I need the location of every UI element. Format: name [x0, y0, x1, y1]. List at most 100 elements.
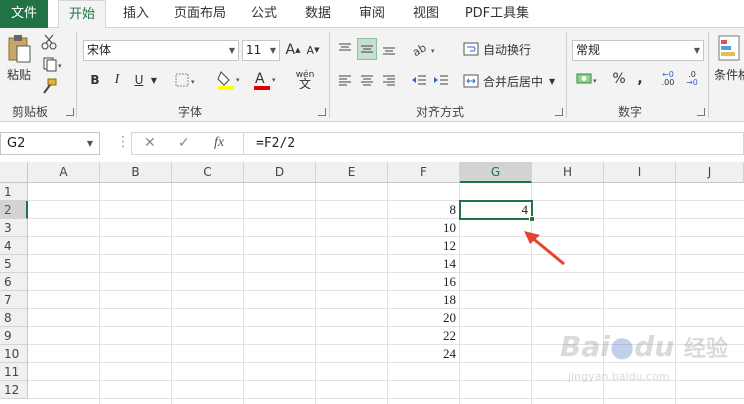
increase-decimal-button[interactable]: ←0 .00: [658, 68, 678, 90]
align-top-icon[interactable]: [336, 38, 354, 60]
svg-text:▾: ▾: [272, 76, 276, 84]
font-size-select[interactable]: 11 ▼: [242, 40, 280, 61]
tab-data[interactable]: 数据: [294, 0, 342, 28]
comma-button[interactable]: ,: [632, 68, 648, 90]
paste-label[interactable]: 粘贴: [4, 66, 34, 82]
format-painter-icon[interactable]: [38, 76, 60, 96]
gridline: [28, 218, 744, 219]
currency-icon[interactable]: ▾: [574, 68, 606, 90]
formula-input[interactable]: =F2/2: [244, 132, 744, 155]
tab-file[interactable]: 文件: [0, 0, 48, 28]
column-header-J[interactable]: J: [676, 162, 744, 183]
alignment-launcher-icon[interactable]: [555, 108, 563, 116]
merge-center-label: 合并后居中: [483, 74, 544, 89]
tab-view[interactable]: 视图: [402, 0, 450, 28]
number-launcher-icon[interactable]: [697, 108, 705, 116]
row-header-12[interactable]: 12: [0, 381, 28, 399]
gridline: [28, 200, 744, 201]
align-right-icon[interactable]: [380, 70, 398, 90]
watermark-url: jingyan.baidu.com: [568, 370, 670, 383]
cell-F4[interactable]: 12: [388, 237, 460, 255]
more-options-icon[interactable]: ⋮: [116, 134, 130, 150]
row-header-7[interactable]: 7: [0, 291, 28, 309]
cell-F7[interactable]: 18: [388, 291, 460, 309]
align-center-icon[interactable]: [358, 70, 376, 90]
cell-F3[interactable]: 10: [388, 219, 460, 237]
clipboard-group-label: 剪贴板: [11, 105, 48, 119]
insert-function-icon[interactable]: fx: [214, 135, 224, 151]
cell-F10[interactable]: 24: [388, 345, 460, 363]
row-header-3[interactable]: 3: [0, 219, 28, 237]
cell-F9[interactable]: 22: [388, 327, 460, 345]
increase-indent-icon[interactable]: [432, 70, 450, 90]
column-header-E[interactable]: E: [316, 162, 388, 183]
column-header-G[interactable]: G: [460, 162, 532, 183]
row-header-9[interactable]: 9: [0, 327, 28, 345]
merge-center-button[interactable]: 合并后居中 ▼: [463, 70, 563, 92]
column-header-D[interactable]: D: [244, 162, 316, 183]
column-header-C[interactable]: C: [172, 162, 244, 183]
column-header-H[interactable]: H: [532, 162, 604, 183]
clipboard-launcher-icon[interactable]: [66, 108, 74, 116]
column-header-F[interactable]: F: [388, 162, 460, 183]
tab-review[interactable]: 审阅: [348, 0, 396, 28]
tab-insert[interactable]: 插入: [112, 0, 160, 28]
phonetic-guide-button[interactable]: wén 文: [290, 66, 320, 94]
decrease-indent-icon[interactable]: [410, 70, 428, 90]
font-launcher-icon[interactable]: [318, 108, 326, 116]
font-color-icon[interactable]: A ▾: [250, 68, 280, 92]
cell-F5[interactable]: 14: [388, 255, 460, 273]
column-header-A[interactable]: A: [28, 162, 100, 183]
cancel-icon[interactable]: ✕: [144, 135, 156, 151]
align-left-icon[interactable]: [336, 70, 354, 90]
cell-F8[interactable]: 20: [388, 309, 460, 327]
select-all-corner[interactable]: [0, 162, 28, 183]
enter-icon[interactable]: ✓: [178, 135, 190, 151]
row-header-11[interactable]: 11: [0, 363, 28, 381]
row-header-6[interactable]: 6: [0, 273, 28, 291]
number-group-label: 数字: [617, 105, 642, 119]
shrink-font-button[interactable]: A ▼: [304, 40, 322, 60]
fill-handle[interactable]: [529, 216, 535, 222]
tab-page-layout[interactable]: 页面布局: [166, 0, 234, 28]
row-header-4[interactable]: 4: [0, 237, 28, 255]
row-header-1[interactable]: 1: [0, 183, 28, 201]
conditional-format-icon[interactable]: [714, 32, 744, 64]
percent-button[interactable]: %: [610, 68, 628, 90]
number-format-select[interactable]: 常规 ▼: [572, 40, 704, 61]
worksheet-grid[interactable]: A B C D E F G H I J 1 2 3 4 5 6 7 8 9 10…: [0, 162, 744, 404]
conditional-format-label[interactable]: 条件格: [714, 66, 744, 82]
italic-button[interactable]: I: [108, 70, 126, 90]
name-box[interactable]: G2 ▼: [0, 132, 100, 155]
align-bottom-icon[interactable]: [380, 38, 398, 60]
align-middle-icon[interactable]: [357, 38, 377, 60]
decrease-decimal-button[interactable]: .0 →0: [682, 68, 702, 90]
cell-F2[interactable]: 8: [388, 201, 460, 219]
copy-icon[interactable]: ▾: [38, 54, 68, 74]
cut-icon[interactable]: [38, 32, 60, 52]
gridline: [28, 398, 744, 399]
tab-home[interactable]: 开始: [58, 0, 106, 29]
underline-button[interactable]: U: [130, 70, 148, 90]
row-header-8[interactable]: 8: [0, 309, 28, 327]
row-header-2[interactable]: 2: [0, 201, 28, 219]
font-group-label: 字体: [177, 105, 202, 119]
cell-G2[interactable]: 4: [460, 201, 532, 219]
row-header-5[interactable]: 5: [0, 255, 28, 273]
font-size-value: 11: [246, 43, 262, 57]
chevron-down-icon[interactable]: ▼: [149, 70, 159, 90]
row-header-10[interactable]: 10: [0, 345, 28, 363]
font-name-select[interactable]: 宋体 ▼: [83, 40, 239, 61]
column-header-B[interactable]: B: [100, 162, 172, 183]
orientation-icon[interactable]: ab ▾: [410, 38, 440, 60]
border-icon[interactable]: ▾: [172, 70, 200, 90]
bold-button[interactable]: B: [86, 70, 104, 90]
tab-formulas[interactable]: 公式: [240, 0, 288, 28]
cell-F6[interactable]: 16: [388, 273, 460, 291]
grow-font-button[interactable]: A ▲: [284, 40, 302, 60]
paste-button[interactable]: [4, 32, 34, 66]
column-header-I[interactable]: I: [604, 162, 676, 183]
tab-pdf-tools[interactable]: PDF工具集: [456, 0, 538, 28]
wrap-text-button[interactable]: 自动换行: [463, 38, 537, 60]
fill-color-icon[interactable]: ▾: [214, 68, 244, 92]
